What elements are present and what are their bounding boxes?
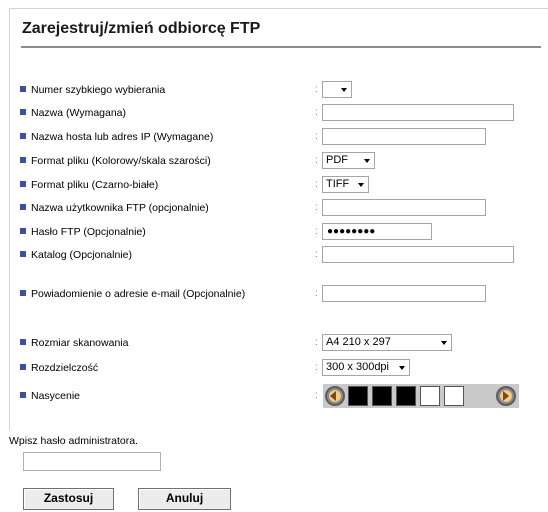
row-directory: Katalog (Opcjonalnie) :	[10, 246, 548, 266]
page-title: Zarejestruj/zmień odbiorcę FTP	[22, 20, 261, 37]
title-divider	[21, 46, 541, 48]
cancel-button[interactable]: Anuluj	[138, 488, 231, 510]
bullet-icon	[20, 251, 26, 257]
bullet-icon	[20, 339, 26, 345]
row-username: Nazwa użytkownika FTP (opcjonalnie) :	[10, 199, 548, 219]
saturation-slider	[323, 384, 519, 408]
bullet-icon	[20, 86, 26, 92]
apply-button[interactable]: Zastosuj	[23, 488, 114, 510]
format-color-select[interactable]: PDF	[322, 152, 375, 169]
resolution-select[interactable]: 300 x 300dpi	[322, 359, 410, 376]
saturation-decrease-button[interactable]	[325, 386, 345, 406]
bullet-icon	[20, 181, 26, 187]
form-panel: Zarejestruj/zmień odbiorcę FTP Numer szy…	[9, 8, 548, 431]
colon-separator: :	[315, 362, 318, 373]
colon-separator: :	[315, 249, 318, 260]
format-bw-label: Format pliku (Czarno-białe)	[31, 179, 159, 191]
format-color-value: PDF	[326, 154, 348, 166]
colon-separator: :	[315, 202, 318, 213]
resolution-label: Rozdzielczość	[31, 362, 99, 374]
chevron-down-icon	[358, 183, 364, 187]
directory-input[interactable]	[322, 246, 514, 263]
arrow-right-icon	[503, 391, 509, 401]
password-label: Hasło FTP (Opcjonalnie)	[31, 226, 146, 238]
saturation-increase-button[interactable]	[496, 386, 516, 406]
username-label: Nazwa użytkownika FTP (opcjonalnie)	[31, 202, 209, 214]
bullet-icon	[20, 133, 26, 139]
scan-size-label: Rozmiar skanowania	[31, 337, 129, 349]
scan-size-value: A4 210 x 297	[326, 336, 391, 348]
row-scan-size: Rozmiar skanowania : A4 210 x 297	[10, 334, 548, 354]
email-notify-label: Powiadomienie o adresie e-mail (Opcjonal…	[31, 288, 246, 300]
colon-separator: :	[315, 131, 318, 142]
colon-separator: :	[315, 337, 318, 348]
format-bw-select[interactable]: TIFF	[322, 176, 369, 193]
colon-separator: :	[315, 84, 318, 95]
directory-label: Katalog (Opcjonalnie)	[31, 249, 132, 261]
row-saturation: Nasycenie :	[10, 384, 548, 408]
chevron-down-icon	[399, 366, 405, 370]
row-password: Hasło FTP (Opcjonalnie) : ●●●●●●●●	[10, 223, 548, 243]
saturation-level-cell[interactable]	[396, 386, 416, 406]
format-color-label: Format pliku (Kolorowy/skala szarości)	[31, 155, 211, 167]
colon-separator: :	[315, 155, 318, 166]
row-email-notify: Powiadomienie o adresie e-mail (Opcjonal…	[10, 285, 548, 305]
saturation-level-cell[interactable]	[372, 386, 392, 406]
bullet-icon	[20, 290, 26, 296]
saturation-level-cell[interactable]	[444, 386, 464, 406]
host-label: Nazwa hosta lub adres IP (Wymagane)	[31, 131, 214, 143]
password-value: ●●●●●●●●	[327, 226, 376, 237]
row-name: Nazwa (Wymagana) :	[10, 104, 548, 124]
bullet-icon	[20, 228, 26, 234]
speed-dial-select[interactable]	[322, 81, 352, 98]
bullet-icon	[20, 109, 26, 115]
chevron-down-icon	[441, 341, 447, 345]
row-speed-dial: Numer szybkiego wybierania :	[10, 81, 548, 101]
colon-separator: :	[315, 107, 318, 118]
bullet-icon	[20, 392, 26, 398]
row-format-bw: Format pliku (Czarno-białe) : TIFF	[10, 176, 548, 196]
email-notify-input[interactable]	[322, 285, 486, 302]
bullet-icon	[20, 157, 26, 163]
chevron-down-icon	[341, 88, 347, 92]
admin-password-input[interactable]	[23, 452, 161, 471]
bullet-icon	[20, 204, 26, 210]
password-field[interactable]: ●●●●●●●●	[322, 223, 432, 240]
colon-separator: :	[315, 226, 318, 237]
scan-size-select[interactable]: A4 210 x 297	[322, 334, 452, 351]
name-input[interactable]	[322, 104, 514, 121]
row-host: Nazwa hosta lub adres IP (Wymagane) :	[10, 128, 548, 148]
saturation-level-cell[interactable]	[420, 386, 440, 406]
chevron-down-icon	[364, 159, 370, 163]
name-label: Nazwa (Wymagana)	[31, 107, 127, 119]
colon-separator: :	[315, 179, 318, 190]
username-input[interactable]	[322, 199, 486, 216]
row-resolution: Rozdzielczość : 300 x 300dpi	[10, 359, 548, 379]
host-input[interactable]	[322, 128, 486, 145]
speed-dial-label: Numer szybkiego wybierania	[31, 84, 166, 96]
row-format-color: Format pliku (Kolorowy/skala szarości) :…	[10, 152, 548, 172]
colon-separator: :	[315, 288, 318, 299]
bullet-icon	[20, 364, 26, 370]
saturation-label: Nasycenie	[31, 390, 81, 402]
arrow-left-icon	[330, 391, 336, 401]
colon-separator: :	[315, 390, 318, 401]
admin-password-label: Wpisz hasło administratora.	[9, 435, 138, 447]
saturation-level-cell[interactable]	[348, 386, 368, 406]
resolution-value: 300 x 300dpi	[326, 361, 389, 373]
format-bw-value: TIFF	[326, 178, 350, 190]
